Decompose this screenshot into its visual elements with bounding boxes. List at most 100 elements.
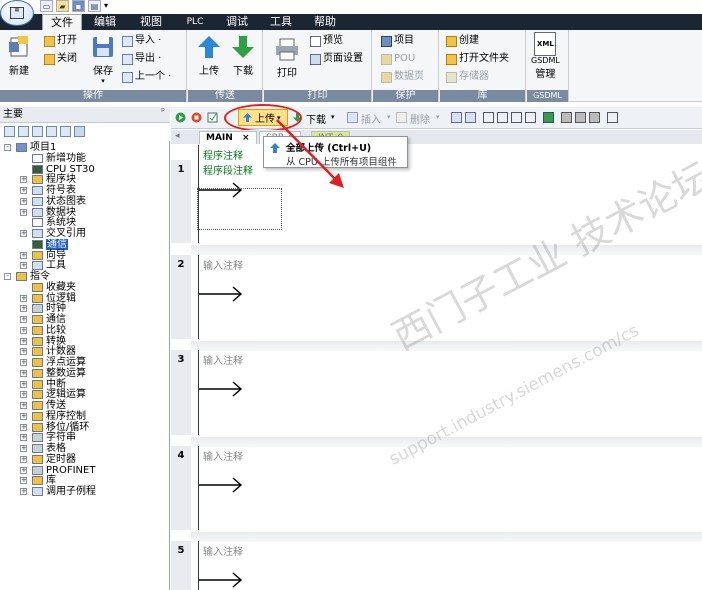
save-icon[interactable]: ▪ <box>72 0 85 12</box>
network-comment[interactable]: 输入注释 <box>203 543 243 558</box>
tree-item[interactable]: + 程序控制 <box>0 411 170 422</box>
expand-icon[interactable]: + <box>20 412 27 420</box>
tree-item[interactable]: + 位逻辑 <box>0 293 170 304</box>
tree-item[interactable]: + 库 <box>0 475 170 486</box>
toolbar-delete-button[interactable]: 删除 <box>410 111 430 126</box>
expand-icon[interactable]: + <box>20 391 27 399</box>
network-icon-1[interactable] <box>451 112 462 123</box>
expand-icon[interactable]: + <box>20 434 27 442</box>
expand-icon[interactable]: + <box>20 402 27 409</box>
ladder-network[interactable]: 4 输入注释 <box>171 446 702 530</box>
tree-item[interactable]: + 数据块 <box>0 207 170 218</box>
datapage-protect-button[interactable]: 数据页 <box>381 70 424 84</box>
box-icon-3[interactable] <box>525 112 536 123</box>
lock-icon-2[interactable] <box>575 112 586 123</box>
network-comment[interactable]: 程序段注释 <box>203 162 253 177</box>
tree-item[interactable]: + 转换 <box>0 336 170 347</box>
tree-item[interactable]: + 通信 <box>0 314 170 325</box>
tree-item[interactable]: - 指令 <box>0 271 170 282</box>
preview-button[interactable]: 预览 <box>310 34 343 48</box>
close-button[interactable]: 关闭 <box>44 52 77 66</box>
expand-icon[interactable]: + <box>20 316 27 323</box>
tree-item[interactable]: CPU ST30 <box>0 164 170 175</box>
tree-item[interactable]: + 状态图表 <box>0 196 170 207</box>
box-icon-2[interactable] <box>511 112 522 123</box>
expand-icon[interactable]: + <box>20 445 27 452</box>
tree-item[interactable]: + 程序块 <box>0 174 170 185</box>
expand-icon[interactable]: + <box>20 208 27 216</box>
tab-scroll-left-icon[interactable]: ◂ <box>175 131 180 141</box>
tree-view-icon-6[interactable] <box>74 126 85 137</box>
compile-icon[interactable] <box>207 112 218 123</box>
tree-item[interactable]: + 计数器 <box>0 346 170 357</box>
tree-item[interactable]: + 定时器 <box>0 454 170 465</box>
expand-icon[interactable]: + <box>20 305 27 313</box>
menu-view[interactable]: 视图 <box>134 14 168 30</box>
expand-icon[interactable]: + <box>20 466 27 474</box>
open-folder-button[interactable]: 打开文件夹 <box>446 52 509 66</box>
expand-icon[interactable]: + <box>20 423 27 431</box>
tab-main[interactable]: MAIN × <box>199 131 257 144</box>
tab-close-icon[interactable]: × <box>242 133 250 143</box>
menu-plc[interactable]: PLC <box>180 14 210 30</box>
download-dropdown-icon[interactable]: ▾ <box>331 113 335 121</box>
lock-icon-1[interactable] <box>561 112 572 123</box>
ladder-network[interactable]: 3 输入注释 <box>171 350 702 435</box>
create-library-button[interactable]: 创建 <box>446 34 479 48</box>
new-file-icon[interactable]: ▭ <box>40 0 53 12</box>
tree-item[interactable]: + 符号表 <box>0 185 170 196</box>
collapse-icon[interactable]: - <box>4 144 11 151</box>
previous-button[interactable]: 上一个 · <box>122 70 171 84</box>
box-icon-1[interactable] <box>497 112 508 123</box>
tree-item[interactable]: + 中断 <box>0 379 170 390</box>
menu-debug[interactable]: 调试 <box>220 14 254 30</box>
tree-item[interactable]: + 表格 <box>0 443 170 454</box>
ladder-network[interactable]: 5 输入注释 <box>171 541 702 590</box>
expand-icon[interactable]: + <box>20 230 27 237</box>
pin-icon[interactable]: ᵖ <box>161 107 165 117</box>
expand-icon[interactable]: + <box>20 380 27 388</box>
import-button[interactable]: 导入 · <box>122 34 161 48</box>
tree-view-icon-1[interactable] <box>4 126 15 137</box>
empty-rung-icon[interactable] <box>199 476 243 494</box>
empty-rung-icon[interactable] <box>199 380 243 398</box>
ribbon-download-button[interactable]: 下载 <box>230 34 256 77</box>
tree-item[interactable]: 通信 <box>0 238 170 250</box>
expand-icon[interactable]: + <box>20 251 27 259</box>
expand-icon[interactable]: + <box>20 262 27 270</box>
tree-view-icon-5[interactable] <box>60 126 71 137</box>
tree-item[interactable]: + PROFINET <box>0 465 170 476</box>
network-comment[interactable]: 输入注释 <box>203 448 243 463</box>
tree-view-icon-3[interactable] <box>32 126 43 137</box>
tree-item[interactable]: + 逻辑运算 <box>0 389 170 400</box>
tree-item[interactable]: + 比较 <box>0 325 170 336</box>
expand-icon[interactable]: + <box>20 187 27 194</box>
delete-row-icon[interactable] <box>396 112 407 123</box>
network-icon-2[interactable] <box>465 112 476 123</box>
tree-item[interactable]: 系统块 <box>0 217 170 228</box>
print-button[interactable]: 打印 <box>274 36 300 79</box>
insert-dropdown-icon[interactable]: ▾ <box>387 113 391 121</box>
symbol-icon[interactable] <box>607 112 618 123</box>
tree-item[interactable]: 收藏夹 <box>0 282 170 293</box>
tree-item[interactable]: + 移位/循环 <box>0 422 170 433</box>
tree-view-icon-4[interactable] <box>46 126 57 137</box>
qat-dropdown-icon[interactable]: ▾ <box>104 0 108 12</box>
network-comment[interactable]: 输入注释 <box>203 352 243 367</box>
network-comment[interactable]: 输入注释 <box>203 257 243 272</box>
save-dropdown-icon[interactable]: ▾ <box>101 77 105 85</box>
expand-icon[interactable]: + <box>20 488 27 495</box>
toolbar-download-button[interactable]: 下载 <box>306 111 326 126</box>
collapse-icon[interactable]: - <box>4 273 11 280</box>
gsdml-manage-button[interactable]: XML GSDML 管理 <box>531 32 560 80</box>
tree-item[interactable]: + 工具 <box>0 260 170 271</box>
app-logo[interactable]: ▦ <box>0 0 34 26</box>
expand-icon[interactable]: + <box>20 369 27 377</box>
new-button[interactable]: 新建 <box>6 34 32 77</box>
tree-item[interactable]: + 整数运算 <box>0 368 170 379</box>
tree-item[interactable]: + 字符串 <box>0 432 170 443</box>
empty-rung-icon[interactable] <box>199 571 243 589</box>
save-button[interactable]: 保存 ▾ <box>90 34 116 85</box>
expand-icon[interactable]: + <box>20 197 27 205</box>
contact-icon[interactable] <box>483 112 494 123</box>
